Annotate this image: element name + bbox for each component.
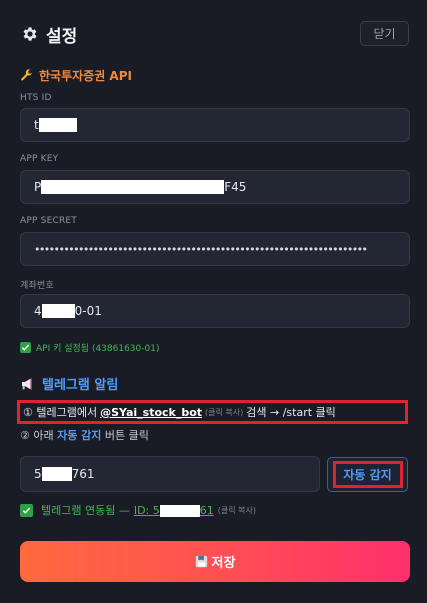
step1-suffix: 검색 → /start 클릭 [246, 406, 336, 419]
linked-id-suffix: 61 [199, 503, 214, 517]
linked-id-link[interactable]: ID: 5 61 [134, 504, 214, 517]
account-number-input[interactable]: 4 0-01 [20, 294, 410, 328]
telegram-section-title: 텔레그램 알림 [20, 374, 118, 393]
linked-text: 텔레그램 연동됨 — [41, 504, 130, 517]
auto-detect-button[interactable]: 자동 감지 [327, 457, 408, 492]
chat-id-input[interactable]: 5 761 [20, 456, 320, 492]
checkbox-icon [20, 503, 33, 517]
api-status: API 키 설정됨 (43861630-01) [20, 341, 159, 354]
account-value-prefix: 4 [34, 304, 42, 318]
save-button[interactable]: 저장 [20, 541, 410, 582]
app-secret-masked-value: ••••••••••••••••••••••••••••••••••••••••… [34, 242, 368, 256]
app-secret-label: APP SECRET [20, 216, 77, 226]
redaction-mask [41, 467, 72, 481]
chat-id-prefix: 5 [34, 467, 42, 481]
bot-name-link[interactable]: @SYai_stock_bot [100, 406, 202, 419]
step1-prefix: ① 텔레그램에서 [23, 406, 98, 419]
app-secret-input[interactable]: ••••••••••••••••••••••••••••••••••••••••… [20, 232, 410, 266]
api-section-label: 한국투자증권 API [39, 69, 132, 83]
redaction-mask [41, 304, 75, 318]
click-copy-hint: (클릭 복사) [205, 407, 244, 417]
linked-id-prefix: ID: 5 [133, 503, 160, 517]
app-key-label: APP KEY [20, 154, 59, 164]
page-title: 설정 [46, 26, 78, 47]
api-section-title: 한국투자증권 API [20, 67, 132, 84]
auto-detect-label: 자동 감지 [332, 461, 403, 488]
floppy-disk-icon [195, 555, 208, 568]
megaphone-icon [20, 377, 36, 391]
telegram-section-label: 텔레그램 알림 [42, 378, 119, 393]
header: 설정 닫기 [20, 20, 409, 48]
app-key-value-suffix: F45 [224, 180, 247, 194]
step2-prefix: ② 아래 [20, 429, 54, 442]
wrench-icon [20, 69, 33, 82]
account-number-label: 계좌번호 [20, 281, 54, 291]
step2-instruction: ② 아래 자동 감지 버튼 클릭 [20, 427, 149, 443]
redaction-mask [159, 504, 200, 517]
gear-icon [20, 24, 40, 44]
redaction-mask [41, 180, 225, 194]
save-label: 저장 [211, 556, 236, 571]
close-button[interactable]: 닫기 [360, 21, 409, 46]
app-key-value-prefix: P [34, 180, 42, 194]
api-status-text: API 키 설정됨 (43861630-01) [36, 344, 160, 354]
step2-accent: 자동 감지 [57, 429, 102, 442]
app-key-input[interactable]: P F45 [20, 170, 410, 204]
hts-id-input[interactable]: t [20, 108, 410, 142]
settings-panel: 설정 닫기 한국투자증권 API HTS ID t APP KEY P F45 A… [0, 0, 427, 603]
telegram-linked-status: 텔레그램 연동됨 — ID: 5 61 (클릭 복사) [20, 502, 259, 518]
chat-id-suffix: 761 [71, 467, 95, 481]
step2-suffix: 버튼 클릭 [104, 429, 149, 442]
hts-id-label: HTS ID [20, 93, 52, 103]
checkbox-icon [20, 342, 31, 353]
step1-instruction: ① 텔레그램에서 @SYai_stock_bot (클릭 복사) 검색 → /s… [17, 400, 408, 424]
click-copy-hint: (클릭 복사) [217, 505, 256, 515]
redaction-mask [38, 118, 77, 132]
account-value-suffix: 0-01 [74, 304, 102, 318]
